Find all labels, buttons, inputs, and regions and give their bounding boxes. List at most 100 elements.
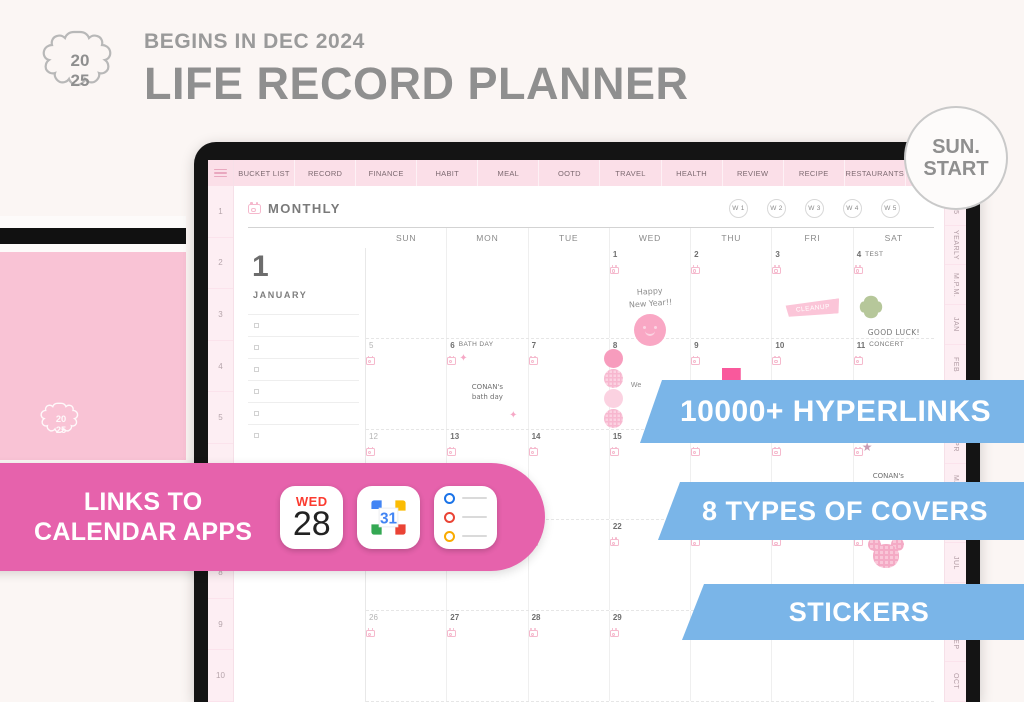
- calendar-day-cell[interactable]: 2: [691, 248, 773, 338]
- month-rail-item[interactable]: JUL: [945, 543, 966, 583]
- tab-health[interactable]: HEALTH: [662, 160, 723, 186]
- calendar-day-cell[interactable]: 28: [528, 611, 610, 701]
- todo-row[interactable]: [248, 314, 359, 336]
- day-calendar-link-icon[interactable]: [609, 628, 619, 638]
- top-tab-bar[interactable]: BUCKET LIST RECORD FINANCE HABIT MEAL OOTD TRA…: [234, 160, 966, 186]
- calendar-day-cell[interactable]: [529, 248, 610, 338]
- day-calendar-link-icon[interactable]: [528, 628, 538, 638]
- day-number: 15: [612, 431, 622, 441]
- sparkle-icon: ✦: [509, 409, 518, 421]
- page-rail-item[interactable]: 9: [208, 599, 233, 651]
- day-calendar-link-icon[interactable]: [772, 355, 782, 365]
- todo-checkbox[interactable]: [254, 433, 259, 438]
- apple-calendar-icon[interactable]: WED 28: [280, 485, 344, 549]
- day-calendar-link-icon[interactable]: [609, 537, 619, 547]
- calendar-icon: [248, 201, 261, 215]
- day-calendar-link-icon[interactable]: [447, 355, 457, 365]
- day-calendar-link-icon[interactable]: [366, 628, 375, 638]
- day-event-label: TEST: [865, 250, 884, 258]
- day-header-thu: THU: [691, 228, 773, 248]
- day-calendar-link-icon[interactable]: [853, 355, 863, 365]
- week-button[interactable]: W 1: [729, 198, 748, 218]
- week-button[interactable]: W 5: [881, 198, 900, 218]
- tab-restaurants[interactable]: RESTAURANTS: [845, 160, 906, 186]
- page-rail-item[interactable]: 1: [208, 186, 233, 238]
- todo-checkbox[interactable]: [254, 389, 259, 394]
- day-number: 4: [856, 250, 862, 259]
- calendar-day-cell[interactable]: 6 BATH DAY ✦ CONAN's bath day ✦: [447, 338, 529, 429]
- page-rail-item[interactable]: 5: [208, 392, 233, 444]
- day-calendar-link-icon[interactable]: [609, 265, 619, 274]
- day-header-sun: SUN: [366, 228, 448, 248]
- calendar-apps-line2: CALENDAR APPS: [34, 518, 253, 546]
- day-calendar-link-icon[interactable]: [691, 355, 701, 365]
- calendar-day-cell[interactable]: [366, 248, 448, 338]
- day-calendar-link-icon[interactable]: [528, 446, 538, 456]
- todo-checkbox[interactable]: [254, 367, 259, 372]
- hamburger-menu-icon[interactable]: [208, 160, 233, 186]
- day-calendar-link-icon[interactable]: [447, 628, 457, 638]
- day-calendar-link-icon[interactable]: [366, 446, 375, 456]
- week-button[interactable]: W 2: [767, 198, 786, 218]
- day-calendar-link-icon[interactable]: [609, 446, 619, 456]
- day-calendar-link-icon[interactable]: [772, 265, 782, 274]
- week-button[interactable]: W 4: [843, 198, 862, 218]
- page-rail-item[interactable]: 10: [208, 650, 233, 702]
- todo-row[interactable]: [248, 380, 359, 402]
- day-calendar-link-icon[interactable]: [528, 355, 538, 365]
- calendar-day-cell[interactable]: 5: [366, 338, 448, 429]
- tab-meal[interactable]: MEAL: [478, 160, 540, 186]
- week-button[interactable]: W 3: [805, 198, 824, 218]
- dot-column: [603, 348, 623, 428]
- todo-row[interactable]: [248, 358, 359, 380]
- todo-checkbox[interactable]: [254, 411, 259, 416]
- calendar-day-cell[interactable]: 4 TEST GOOD LUCK!: [853, 248, 934, 338]
- month-rail-item[interactable]: JAN: [945, 305, 966, 345]
- calendar-day-cell[interactable]: 29: [609, 611, 692, 701]
- day-calendar-link-icon[interactable]: [447, 446, 457, 456]
- calendar-day-cell[interactable]: 27: [447, 611, 529, 701]
- calendar-day-cell[interactable]: 7: [528, 338, 610, 429]
- month-rail-item[interactable]: OCT: [945, 662, 966, 702]
- tab-ootd[interactable]: OOTD: [539, 160, 601, 186]
- day-calendar-link-icon[interactable]: [366, 355, 375, 365]
- apple-reminders-icon[interactable]: [434, 485, 498, 549]
- tab-habit[interactable]: HABIT: [417, 160, 479, 186]
- page-rail-item[interactable]: 2: [208, 238, 233, 290]
- day-calendar-link-icon[interactable]: [691, 446, 701, 456]
- day-number: 28: [531, 613, 541, 623]
- calendar-day-cell[interactable]: [447, 248, 529, 338]
- tab-recipe[interactable]: RECIPE: [784, 160, 845, 186]
- month-rail-item[interactable]: YEARLY: [945, 226, 966, 266]
- svg-text:25: 25: [56, 425, 66, 435]
- tab-review[interactable]: REVIEW: [723, 160, 784, 186]
- feature-banner-hyperlinks: 10000+ HYPERLINKS: [640, 380, 1024, 443]
- bear-icon: [867, 538, 904, 571]
- calendar-day-cell[interactable]: 26: [366, 611, 448, 701]
- calendar-day-cell[interactable]: 3 CLEANUP: [772, 248, 854, 338]
- day-calendar-link-icon[interactable]: [691, 265, 701, 274]
- day-calendar-link-icon[interactable]: [853, 265, 863, 274]
- calendar-day-cell[interactable]: 1 Happy New Year!!: [609, 248, 692, 347]
- todo-row[interactable]: [248, 424, 359, 446]
- month-rail-item[interactable]: FEB: [945, 345, 966, 385]
- page-rail-item[interactable]: 4: [208, 341, 233, 393]
- todo-row[interactable]: [248, 402, 359, 424]
- week-selector[interactable]: W 1 W 2 W 3 W 4 W 5: [729, 198, 934, 218]
- day-number: 12: [369, 431, 378, 441]
- dot-checkered: [603, 408, 623, 428]
- tab-bucket-list[interactable]: BUCKET LIST: [234, 160, 296, 186]
- todo-checkbox[interactable]: [254, 323, 259, 328]
- todo-checkbox[interactable]: [254, 345, 259, 350]
- page-rail-item[interactable]: 3: [208, 289, 233, 341]
- logo-year-bottom: 25: [71, 71, 90, 90]
- calendar-apps-banner: LINKS TO CALENDAR APPS WED 28 31: [0, 463, 545, 571]
- todo-row[interactable]: [248, 336, 359, 358]
- tab-travel[interactable]: TRAVEL: [600, 160, 662, 186]
- tab-finance[interactable]: FINANCE: [356, 160, 418, 186]
- tab-record[interactable]: RECORD: [295, 160, 357, 186]
- month-rail-item[interactable]: M.P.M.: [945, 265, 966, 306]
- google-calendar-icon[interactable]: 31: [357, 485, 421, 549]
- day-calendar-link-icon[interactable]: [772, 446, 782, 456]
- month-name: JANUARY: [253, 290, 308, 300]
